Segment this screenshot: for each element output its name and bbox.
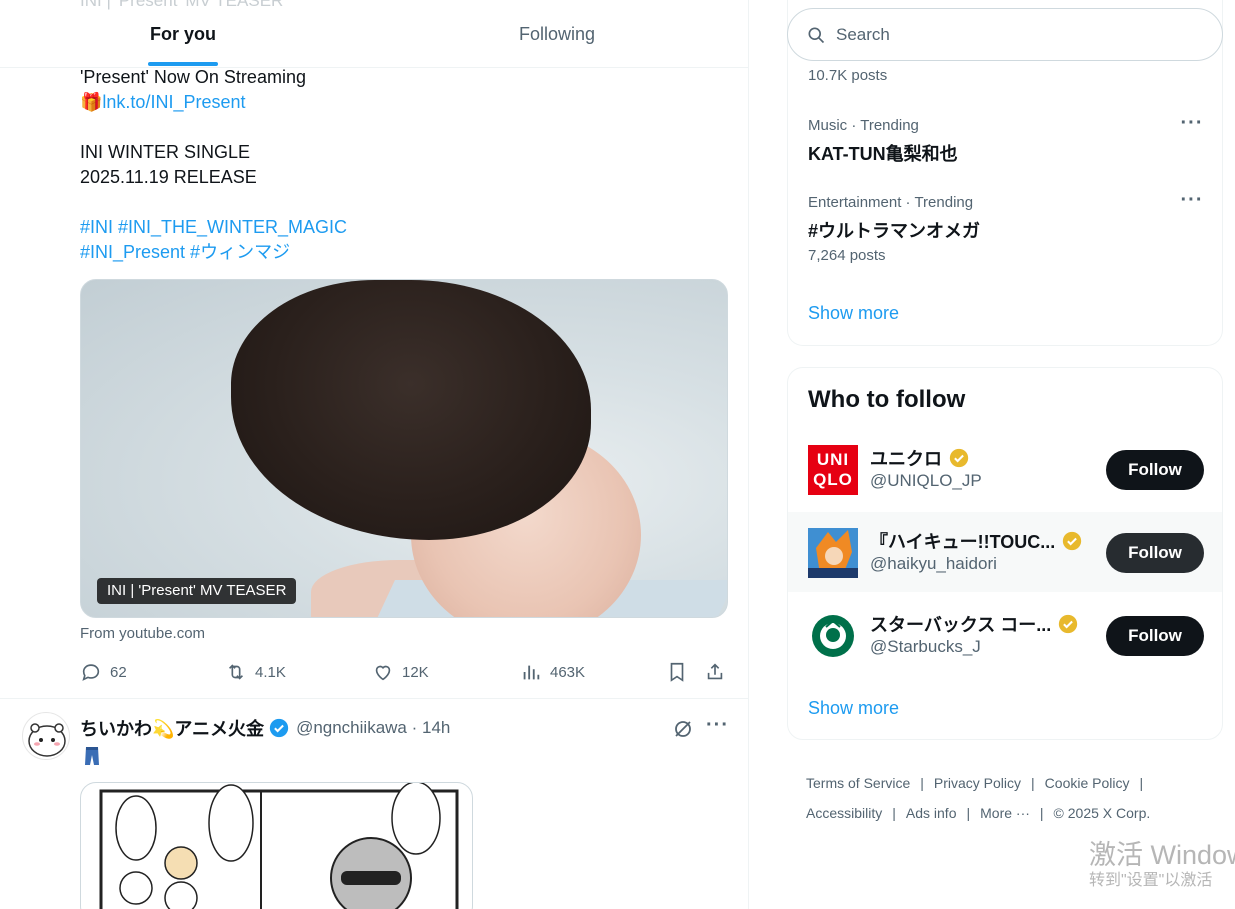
post-text-line: 'Present' Now On Streaming <box>80 67 306 87</box>
post-hashtags[interactable]: #INI_Present #ウィンマジ <box>80 240 290 265</box>
like-button[interactable]: 12K <box>372 658 429 686</box>
trend-meta: Entertainment · Trending <box>808 194 974 211</box>
post-text-line: INI WINTER SINGLE <box>80 142 251 162</box>
suggestion-name-row: スターバックス コー... <box>870 611 1079 637</box>
suggestion-handle: @Starbucks_J <box>870 637 981 656</box>
tab-following[interactable]: Following <box>366 0 748 68</box>
footer-link-accessibility[interactable]: Accessibility <box>806 805 882 821</box>
verified-gold-badge-icon <box>1059 614 1078 634</box>
footer-links: Terms of Service | Privacy Policy | Cookie P… <box>806 775 1151 821</box>
right-sidebar: 10.7K posts Music · Trending KAT-TUN亀梨和也… <box>749 0 1235 909</box>
suggestion-handle: @haikyu_haidori <box>870 554 997 573</box>
follow-button[interactable]: Follow <box>1106 616 1204 656</box>
reply-button[interactable]: 62 <box>80 658 127 686</box>
who-to-follow-panel: Who to follow UNI QLO ユニクロ @UNIQLO_JP Fo… <box>787 367 1223 740</box>
reply-count: 62 <box>110 663 127 681</box>
tab-for-you[interactable]: For you <box>0 0 366 68</box>
footer-more-menu[interactable]: More ··· <box>980 805 1030 821</box>
suggestion-handle: @UNIQLO_JP <box>870 471 982 490</box>
suggestion-name-row: 『ハイキュー!!TOUC... <box>870 528 1083 554</box>
trend-meta: Music · Trending <box>808 117 919 134</box>
search-bar[interactable] <box>787 8 1223 61</box>
share-button[interactable] <box>704 658 726 686</box>
post-action-bar: 62 4.1K 12K 463K <box>80 658 730 686</box>
verified-gold-badge-icon <box>949 448 969 468</box>
bookmark-button[interactable] <box>666 658 688 686</box>
post-hashtags[interactable]: #INI #INI_THE_WINTER_MAGIC <box>80 215 347 240</box>
logo-text: UNI <box>816 450 850 469</box>
avatar[interactable] <box>22 712 70 760</box>
card-source[interactable]: From youtube.com <box>80 625 205 642</box>
youtube-link-card[interactable]: INI | 'Present' MV TEASER <box>80 279 728 618</box>
timeline-tabs: INI | 'Present' MV TEASER For you Follow… <box>0 0 748 68</box>
suggestion-name-row: ユニクロ <box>870 445 970 471</box>
trend-title[interactable]: #ウルトラマンオメガ <box>808 217 980 243</box>
search-input[interactable] <box>836 24 1176 45</box>
card-title-label: INI | 'Present' MV TEASER <box>97 578 297 604</box>
chiikawa-avatar-icon <box>28 723 66 757</box>
footer-link-privacy[interactable]: Privacy Policy <box>934 775 1021 791</box>
suggestion-name[interactable]: ユニクロ <box>870 445 942 471</box>
follow-suggestion[interactable]: スターバックス コー... @Starbucks_J Follow <box>788 595 1222 675</box>
author-handle[interactable]: @ngnchiikawa · 14h <box>296 718 450 738</box>
bookmark-icon <box>670 662 684 682</box>
more-options-icon[interactable]: ··· <box>706 714 728 738</box>
follow-button[interactable]: Follow <box>1106 533 1204 573</box>
trends-show-more-link[interactable]: Show more <box>808 303 899 324</box>
search-icon <box>808 27 825 43</box>
logo-text: QLO <box>813 470 853 489</box>
trend-more-icon[interactable]: ··· <box>1180 190 1204 215</box>
suggestion-name[interactable]: 『ハイキュー!!TOUC... <box>870 528 1055 554</box>
views-button[interactable]: 463K <box>520 658 585 686</box>
post-link-line: 🎁lnk.to/INI_Present <box>80 90 246 115</box>
trend-post-count: 7,264 posts <box>808 247 886 264</box>
heart-icon <box>375 665 391 681</box>
jeans-icon <box>85 747 99 765</box>
views-count: 463K <box>550 663 586 681</box>
like-count: 12K <box>402 663 429 681</box>
post-header: ちいかわ💫アニメ火金 @ngnchiikawa · 14h <box>80 716 450 740</box>
repost-button[interactable]: 4.1K <box>225 658 286 686</box>
gift-icon: 🎁 <box>80 92 103 112</box>
views-chart-icon <box>523 665 540 680</box>
windows-activation-watermark-sub: 转到"设置"以激活 <box>1089 872 1213 889</box>
post-image-comic[interactable] <box>80 782 473 909</box>
verified-gold-badge-icon <box>1063 531 1082 551</box>
follow-button[interactable]: Follow <box>1106 450 1204 490</box>
haikyu-avatar-icon <box>808 528 858 578</box>
starbucks-logo-icon <box>808 611 858 661</box>
reply-icon <box>82 664 100 681</box>
follow-suggestion[interactable]: 『ハイキュー!!TOUC... @haikyu_haidori Follow <box>788 512 1222 592</box>
who-to-follow-title: Who to follow <box>808 386 966 413</box>
active-tab-indicator <box>148 62 218 66</box>
trend-title[interactable]: KAT-TUN亀梨和也 <box>808 140 958 166</box>
footer-link-cookie[interactable]: Cookie Policy <box>1045 775 1130 791</box>
repost-count: 4.1K <box>255 663 286 681</box>
author-name[interactable]: ちいかわ💫アニメ火金 <box>80 715 264 741</box>
uniqlo-logo-icon: UNI QLO <box>808 445 858 495</box>
share-icon <box>707 663 723 680</box>
verified-badge-icon <box>269 718 289 738</box>
trend-more-icon[interactable]: ··· <box>1180 113 1204 138</box>
repost-icon <box>228 664 244 680</box>
card-thumbnail-hair <box>231 280 591 540</box>
suggestion-name[interactable]: スターバックス コー... <box>870 611 1051 637</box>
grok-icon[interactable] <box>671 717 695 741</box>
footer-copyright: © 2025 X Corp. <box>1053 805 1151 821</box>
footer-link-ads[interactable]: Ads info <box>906 805 957 821</box>
follow-suggestion[interactable]: UNI QLO ユニクロ @UNIQLO_JP Follow <box>788 429 1222 509</box>
follow-show-more-link[interactable]: Show more <box>808 698 899 719</box>
trend-post-count: 10.7K posts <box>808 67 888 84</box>
comic-illustration <box>99 783 459 909</box>
post-divider <box>0 698 748 699</box>
post-link[interactable]: lnk.to/INI_Present <box>102 92 245 112</box>
post-text-line: 2025.11.19 RELEASE <box>80 167 257 187</box>
main-timeline: 'Present' Now On Streaming 🎁lnk.to/INI_P… <box>0 0 749 909</box>
footer-link-terms[interactable]: Terms of Service <box>806 775 910 791</box>
